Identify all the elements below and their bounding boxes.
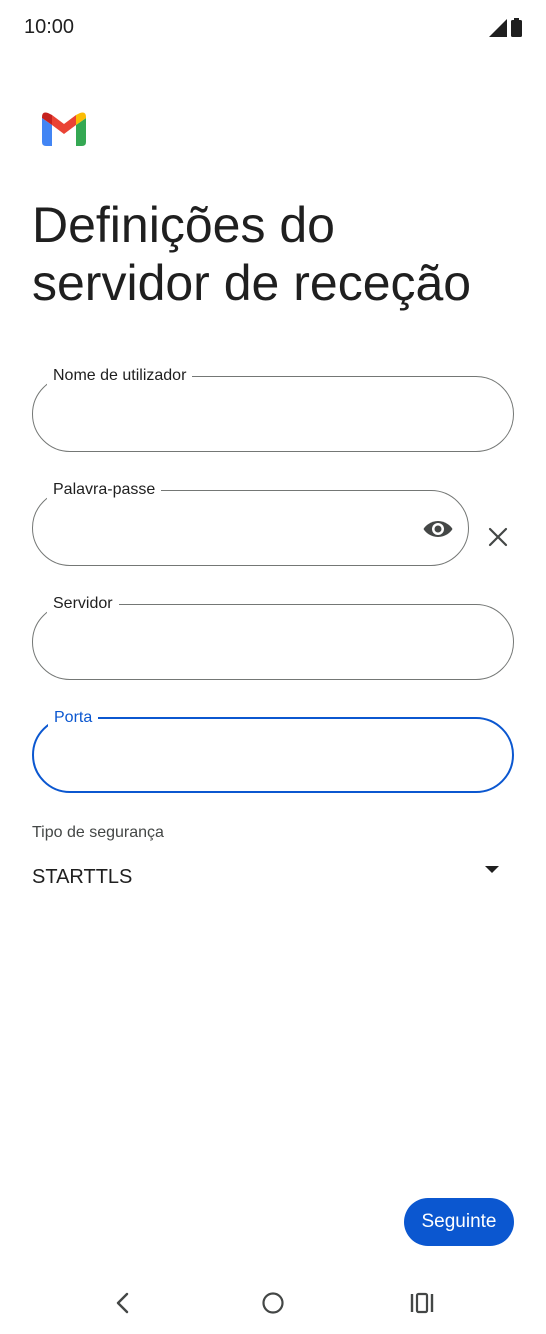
eye-icon[interactable] (422, 513, 454, 545)
port-label: Porta (48, 707, 99, 729)
password-input[interactable] (55, 513, 410, 543)
server-input[interactable] (55, 627, 455, 657)
security-type-value[interactable]: STARTTLS (32, 866, 132, 889)
back-icon[interactable] (108, 1288, 138, 1318)
server-label: Servidor (47, 593, 119, 615)
home-icon[interactable] (258, 1288, 288, 1318)
page-title: Definições do servidor de receção (32, 197, 472, 311)
system-navigation-bar (0, 1270, 546, 1334)
status-icons (489, 18, 522, 37)
port-field[interactable]: Porta (32, 707, 514, 793)
close-icon[interactable] (484, 523, 512, 551)
status-bar: 10:00 (0, 0, 546, 56)
server-field[interactable]: Servidor (32, 593, 514, 680)
security-type-label: Tipo de segurança (32, 824, 164, 841)
next-button[interactable]: Seguinte (404, 1198, 514, 1246)
username-label: Nome de utilizador (47, 365, 193, 387)
gmail-logo (42, 112, 86, 146)
username-field[interactable]: Nome de utilizador (32, 365, 514, 452)
password-label: Palavra-passe (47, 479, 162, 501)
recents-icon[interactable] (407, 1288, 437, 1318)
username-input[interactable] (55, 399, 455, 429)
status-time: 10:00 (24, 16, 75, 38)
signal-icon (489, 19, 507, 37)
battery-icon (511, 18, 522, 37)
port-input[interactable] (56, 741, 454, 771)
password-field[interactable]: Palavra-passe (32, 479, 469, 566)
dropdown-arrow-icon[interactable] (485, 866, 499, 873)
